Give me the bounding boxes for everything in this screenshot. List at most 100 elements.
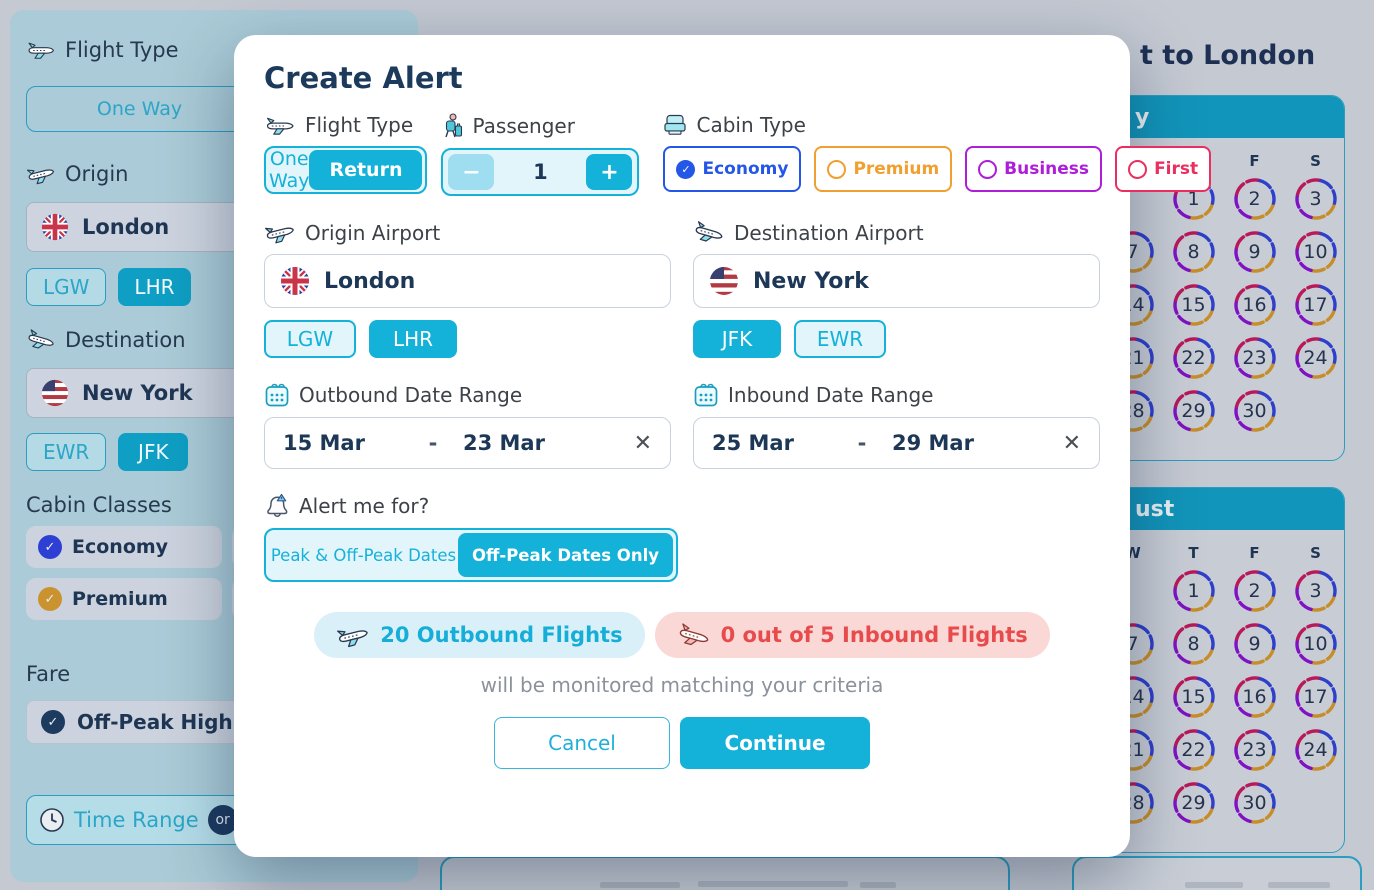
cabin-option-label: First xyxy=(1154,159,1198,179)
calendar-day[interactable]: 30 xyxy=(1224,776,1285,829)
sidebar-origin-chips: LGW LHR xyxy=(26,268,191,306)
chip-lhr[interactable]: LHR xyxy=(369,320,457,358)
calendar-day[interactable]: 29 xyxy=(1163,776,1224,829)
bell-alert-icon xyxy=(264,493,290,519)
sidebar-cabin-chip[interactable]: ✓Premium xyxy=(26,578,222,620)
offpeak-only-option[interactable]: Off-Peak Dates Only xyxy=(458,533,673,577)
passenger-minus-button[interactable]: − xyxy=(448,154,494,190)
calendar-day[interactable]: 30 xyxy=(1224,384,1285,437)
calendar-day[interactable]: 15 xyxy=(1163,278,1224,331)
calendar-day[interactable]: 10 xyxy=(1285,617,1345,670)
plane-landing-icon xyxy=(674,617,714,652)
cabin-option-first[interactable]: First xyxy=(1115,146,1211,192)
plane-icon xyxy=(26,39,56,61)
cabin-type-label: Cabin Type xyxy=(663,113,1211,137)
calendar-day[interactable]: 3 xyxy=(1285,172,1345,225)
chip-ewr[interactable]: EWR xyxy=(794,320,886,358)
cabin-option-label: Business xyxy=(1004,159,1089,179)
sidebar-cabin-classes-label: Cabin Classes xyxy=(26,493,172,517)
sidebar-chip-lhr[interactable]: LHR xyxy=(118,268,190,306)
inbound-date-label: Inbound Date Range xyxy=(693,382,1100,408)
calendar-day[interactable]: 15 xyxy=(1163,670,1224,723)
calendar-day[interactable]: 22 xyxy=(1163,331,1224,384)
plane-takeoff-icon xyxy=(24,159,59,190)
inbound-clear-icon[interactable]: ✕ xyxy=(1063,431,1081,456)
dimmed-text-artifact xyxy=(1185,882,1243,888)
check-circle-icon: ✓ xyxy=(38,535,62,559)
calendar-day-header: F xyxy=(1224,152,1285,170)
outbound-clear-icon[interactable]: ✕ xyxy=(634,431,652,456)
calendar-day-header: S xyxy=(1285,152,1345,170)
sidebar-destination-city: New York xyxy=(82,381,193,405)
flight-type-label: Flight Type xyxy=(264,113,427,137)
check-circle-icon: ✓ xyxy=(38,587,62,611)
cancel-button[interactable]: Cancel xyxy=(494,717,670,769)
chip-jfk[interactable]: JFK xyxy=(693,320,781,358)
uk-flag-icon xyxy=(41,213,69,241)
dimmed-text-artifact xyxy=(698,881,848,887)
calendar-day[interactable]: 22 xyxy=(1163,723,1224,776)
cabin-option-premium[interactable]: Premium xyxy=(814,146,952,192)
calendar-day[interactable]: 17 xyxy=(1285,278,1345,331)
sidebar-chip-ewr[interactable]: EWR xyxy=(26,433,106,471)
calendar-day[interactable]: 23 xyxy=(1224,723,1285,776)
calendar-day[interactable]: 3 xyxy=(1285,564,1345,617)
calendar-day[interactable]: 2 xyxy=(1224,564,1285,617)
calendar-day[interactable]: 16 xyxy=(1224,670,1285,723)
cabin-option-economy[interactable]: ✓Economy xyxy=(663,146,801,192)
monitoring-note: will be monitored matching your criteria xyxy=(264,673,1100,697)
calendar-day[interactable]: 1 xyxy=(1163,564,1224,617)
calendar-day-header: S xyxy=(1285,544,1345,562)
calendar-day[interactable]: 24 xyxy=(1285,331,1345,384)
continue-button[interactable]: Continue xyxy=(680,717,870,769)
radio-icon: ✓ xyxy=(676,160,695,179)
destination-city-value: New York xyxy=(753,269,869,294)
alert-scope-toggle[interactable]: Peak & Off-Peak Dates Off-Peak Dates Onl… xyxy=(264,528,678,582)
dimmed-text-artifact xyxy=(1268,882,1330,888)
return-option[interactable]: Return xyxy=(309,150,422,190)
sidebar-chip-jfk[interactable]: JFK xyxy=(118,433,188,471)
plane-icon xyxy=(264,114,296,137)
calendar-icon xyxy=(264,382,290,408)
sidebar-destination-label: Destination xyxy=(26,328,186,352)
outbound-date-range-input[interactable]: 15 Mar - 23 Mar ✕ xyxy=(264,417,671,469)
sidebar-cabin-chip[interactable]: ✓ Economy xyxy=(26,526,222,568)
peak-and-offpeak-option[interactable]: Peak & Off-Peak Dates xyxy=(269,546,458,565)
calendar-day[interactable]: 8 xyxy=(1163,225,1224,278)
calendar-day[interactable]: 8 xyxy=(1163,617,1224,670)
destination-airport-label: Destination Airport xyxy=(693,220,1100,245)
radio-icon xyxy=(827,160,846,179)
sidebar-cabin-label: Economy xyxy=(72,536,168,558)
calendar-day-header: F xyxy=(1224,544,1285,562)
origin-airport-input[interactable]: London xyxy=(264,254,671,308)
plane-landing-icon xyxy=(690,216,728,249)
radio-icon xyxy=(1128,160,1147,179)
passenger-plus-button[interactable]: + xyxy=(586,154,632,190)
calendar-day[interactable]: 2 xyxy=(1224,172,1285,225)
calendar-day[interactable]: 9 xyxy=(1224,225,1285,278)
flight-type-toggle[interactable]: One Way Return xyxy=(264,146,427,194)
origin-airport-label: Origin Airport xyxy=(264,220,671,245)
cabin-option-business[interactable]: Business xyxy=(965,146,1102,192)
alert-me-label: Alert me for? xyxy=(264,493,1100,519)
calendar-day[interactable]: 10 xyxy=(1285,225,1345,278)
chip-lgw[interactable]: LGW xyxy=(264,320,356,358)
uk-flag-icon xyxy=(280,266,310,296)
calendar-day[interactable]: 29 xyxy=(1163,384,1224,437)
one-way-option[interactable]: One Way xyxy=(269,148,309,192)
sidebar-one-way-option[interactable]: One Way xyxy=(30,98,249,120)
inbound-end-date: 29 Mar xyxy=(892,431,1022,455)
calendar-day-header: T xyxy=(1163,544,1224,562)
inbound-date-range-input[interactable]: 25 Mar - 29 Mar ✕ xyxy=(693,417,1100,469)
passenger-count: 1 xyxy=(494,160,586,184)
calendar-day[interactable]: 9 xyxy=(1224,617,1285,670)
passenger-label: Passenger xyxy=(441,113,639,139)
calendar-day[interactable]: 23 xyxy=(1224,331,1285,384)
calendar-day[interactable]: 24 xyxy=(1285,723,1345,776)
create-alert-modal: Create Alert Flight Type One Way Return … xyxy=(234,35,1130,857)
sidebar-chip-lgw[interactable]: LGW xyxy=(26,268,106,306)
calendar-day[interactable]: 17 xyxy=(1285,670,1345,723)
calendar-day[interactable]: 16 xyxy=(1224,278,1285,331)
destination-airport-input[interactable]: New York xyxy=(693,254,1100,308)
check-circle-icon: ✓ xyxy=(41,710,65,734)
